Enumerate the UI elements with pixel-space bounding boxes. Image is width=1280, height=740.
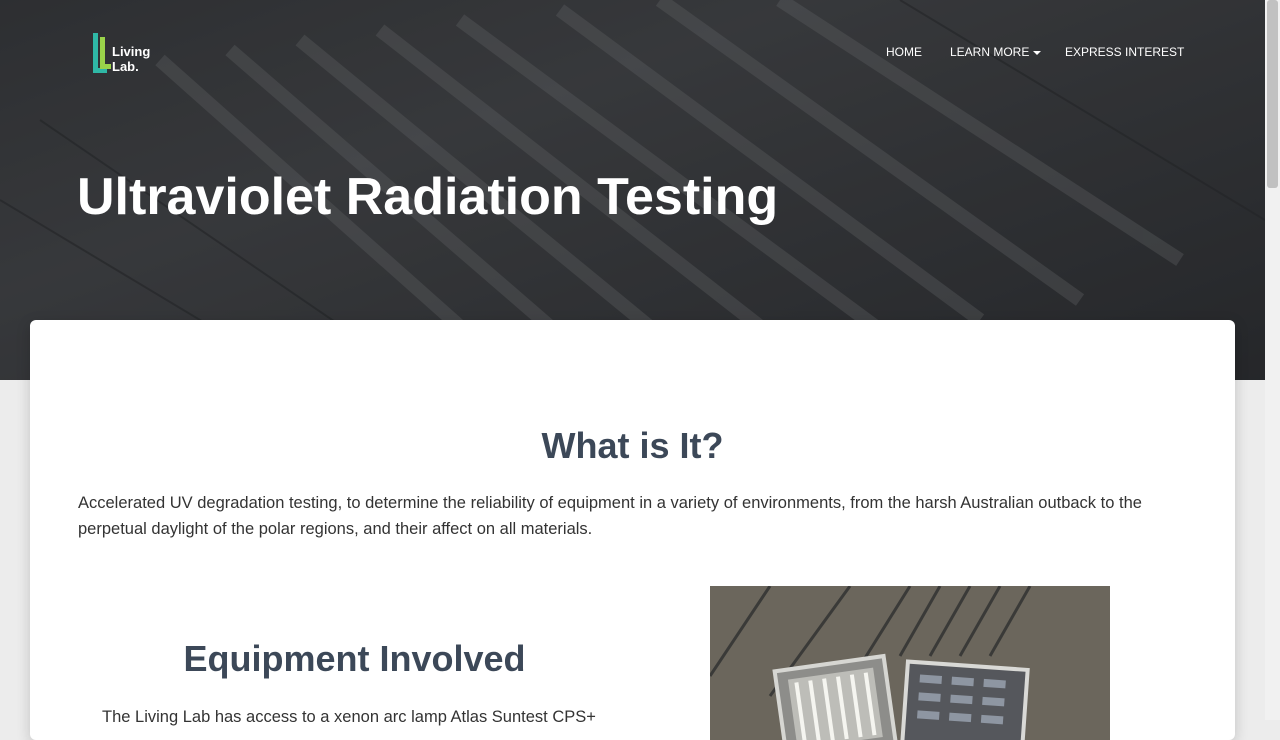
nav-home[interactable]: HOME [886,45,922,59]
nav-express-interest[interactable]: EXPRESS INTEREST [1065,45,1184,59]
page-scrollbar[interactable] [1265,0,1280,720]
nav-learn-more-label: LEARN MORE [950,45,1030,59]
equipment-photo-image [710,586,1110,740]
caret-down-icon [1033,50,1042,55]
page-title: Ultraviolet Radiation Testing [77,168,779,226]
content-card: What is It? Accelerated UV degradation t… [30,320,1235,740]
what-is-it-heading: What is It? [541,425,724,466]
nav-learn-more[interactable]: LEARN MORE [950,45,1042,59]
what-is-it-text: Accelerated UV degradation testing, to d… [78,494,1142,538]
equipment-text: The Living Lab has access to a xenon arc… [102,708,596,726]
main-nav: HOME LEARN MORE EXPRESS INTEREST [0,45,1265,61]
equipment-photo [710,586,1110,740]
scrollbar-thumb[interactable] [1267,0,1278,188]
equipment-heading: Equipment Involved [183,638,526,679]
